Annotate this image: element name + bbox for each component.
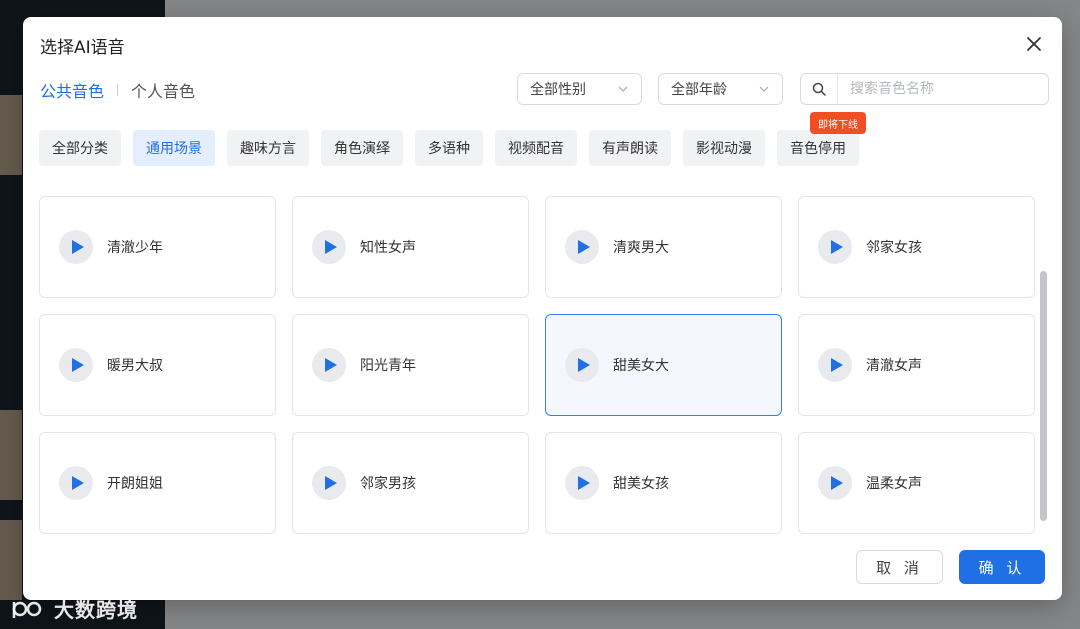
voice-name: 阳光青年 xyxy=(360,358,416,374)
category-film-anime[interactable]: 影视动漫 xyxy=(683,130,765,166)
tab-divider xyxy=(117,84,119,96)
play-icon[interactable] xyxy=(312,466,346,500)
play-icon[interactable] xyxy=(818,466,852,500)
status-badge: 即将下线 xyxy=(810,112,866,134)
voice-name: 邻家女孩 xyxy=(866,240,922,256)
voice-grid: 清澈少年 知性女声 清爽男大 邻家女孩 暖男大叔 阳光青年 甜美女大 清澈女声 … xyxy=(39,196,1039,534)
play-icon[interactable] xyxy=(565,348,599,382)
voice-name: 甜美女孩 xyxy=(613,476,669,492)
voice-card[interactable]: 甜美女孩 xyxy=(545,432,782,534)
voice-name: 邻家男孩 xyxy=(360,476,416,492)
play-icon[interactable] xyxy=(59,466,93,500)
voice-card[interactable]: 清爽男大 xyxy=(545,196,782,298)
voice-source-tabs: 公共音色 个人音色 xyxy=(40,78,195,102)
close-icon[interactable] xyxy=(1024,34,1044,54)
brand-logo-icon xyxy=(10,598,50,620)
search-input[interactable] xyxy=(838,81,1038,97)
voice-name: 清澈女声 xyxy=(866,358,922,374)
voice-card[interactable]: 邻家女孩 xyxy=(798,196,1035,298)
category-label: 音色停用 xyxy=(790,141,846,157)
play-icon[interactable] xyxy=(565,466,599,500)
search-box xyxy=(800,73,1049,105)
age-select[interactable]: 全部年龄 xyxy=(658,73,783,105)
voice-card[interactable]: 阳光青年 xyxy=(292,314,529,416)
scrollbar-thumb[interactable] xyxy=(1040,271,1047,521)
voice-name: 开朗姐姐 xyxy=(107,476,163,492)
voice-card[interactable]: 暖男大叔 xyxy=(39,314,276,416)
category-label: 通用场景 xyxy=(146,141,202,157)
category-label: 角色演绎 xyxy=(334,141,390,157)
cancel-button[interactable]: 取 消 xyxy=(856,550,943,584)
voice-card-selected[interactable]: 甜美女大 xyxy=(545,314,782,416)
tab-public-voices[interactable]: 公共音色 xyxy=(40,78,104,102)
play-icon[interactable] xyxy=(565,230,599,264)
age-select-value: 全部年龄 xyxy=(671,82,727,98)
confirm-button[interactable]: 确 认 xyxy=(959,550,1045,584)
category-label: 全部分类 xyxy=(52,141,108,157)
voice-name: 清澈少年 xyxy=(107,240,163,256)
category-deprecated[interactable]: 音色停用 即将下线 xyxy=(777,112,866,166)
voice-name: 暖男大叔 xyxy=(107,358,163,374)
category-dialect[interactable]: 趣味方言 xyxy=(227,130,309,166)
play-icon[interactable] xyxy=(818,230,852,264)
voice-card[interactable]: 温柔女声 xyxy=(798,432,1035,534)
voice-name: 温柔女声 xyxy=(866,476,922,492)
voice-name: 甜美女大 xyxy=(613,358,669,374)
voice-name: 知性女声 xyxy=(360,240,416,256)
gender-select-value: 全部性别 xyxy=(530,82,586,98)
tab-personal-voices[interactable]: 个人音色 xyxy=(131,78,195,102)
play-icon[interactable] xyxy=(818,348,852,382)
category-label: 趣味方言 xyxy=(240,141,296,157)
category-label: 视频配音 xyxy=(508,141,564,157)
play-icon[interactable] xyxy=(312,230,346,264)
voice-card[interactable]: 知性女声 xyxy=(292,196,529,298)
voice-select-dialog: 选择AI语音 公共音色 个人音色 全部性别 全部年龄 全部分类 通用场景 趣味方… xyxy=(23,17,1062,600)
watermark: 大数跨境 xyxy=(10,594,138,623)
chevron-down-icon xyxy=(759,86,769,92)
voice-name: 清爽男大 xyxy=(613,240,669,256)
play-icon[interactable] xyxy=(59,230,93,264)
voice-card[interactable]: 清澈少年 xyxy=(39,196,276,298)
play-icon[interactable] xyxy=(312,348,346,382)
voice-card[interactable]: 清澈女声 xyxy=(798,314,1035,416)
category-label: 影视动漫 xyxy=(696,141,752,157)
watermark-text: 大数跨境 xyxy=(54,598,138,622)
category-filter-bar: 全部分类 通用场景 趣味方言 角色演绎 多语种 视频配音 有声朗读 影视动漫 音… xyxy=(39,112,866,166)
play-icon[interactable] xyxy=(59,348,93,382)
chevron-down-icon xyxy=(618,86,628,92)
dialog-title: 选择AI语音 xyxy=(40,38,125,58)
category-all[interactable]: 全部分类 xyxy=(39,130,121,166)
voice-card[interactable]: 邻家男孩 xyxy=(292,432,529,534)
category-multilingual[interactable]: 多语种 xyxy=(415,130,483,166)
category-general[interactable]: 通用场景 xyxy=(133,130,215,166)
category-audiobook[interactable]: 有声朗读 xyxy=(589,130,671,166)
voice-card[interactable]: 开朗姐姐 xyxy=(39,432,276,534)
search-icon[interactable] xyxy=(801,74,838,104)
category-label: 多语种 xyxy=(428,141,470,157)
category-video-dubbing[interactable]: 视频配音 xyxy=(495,130,577,166)
gender-select[interactable]: 全部性别 xyxy=(517,73,642,105)
category-label: 有声朗读 xyxy=(602,141,658,157)
category-role-play[interactable]: 角色演绎 xyxy=(321,130,403,166)
